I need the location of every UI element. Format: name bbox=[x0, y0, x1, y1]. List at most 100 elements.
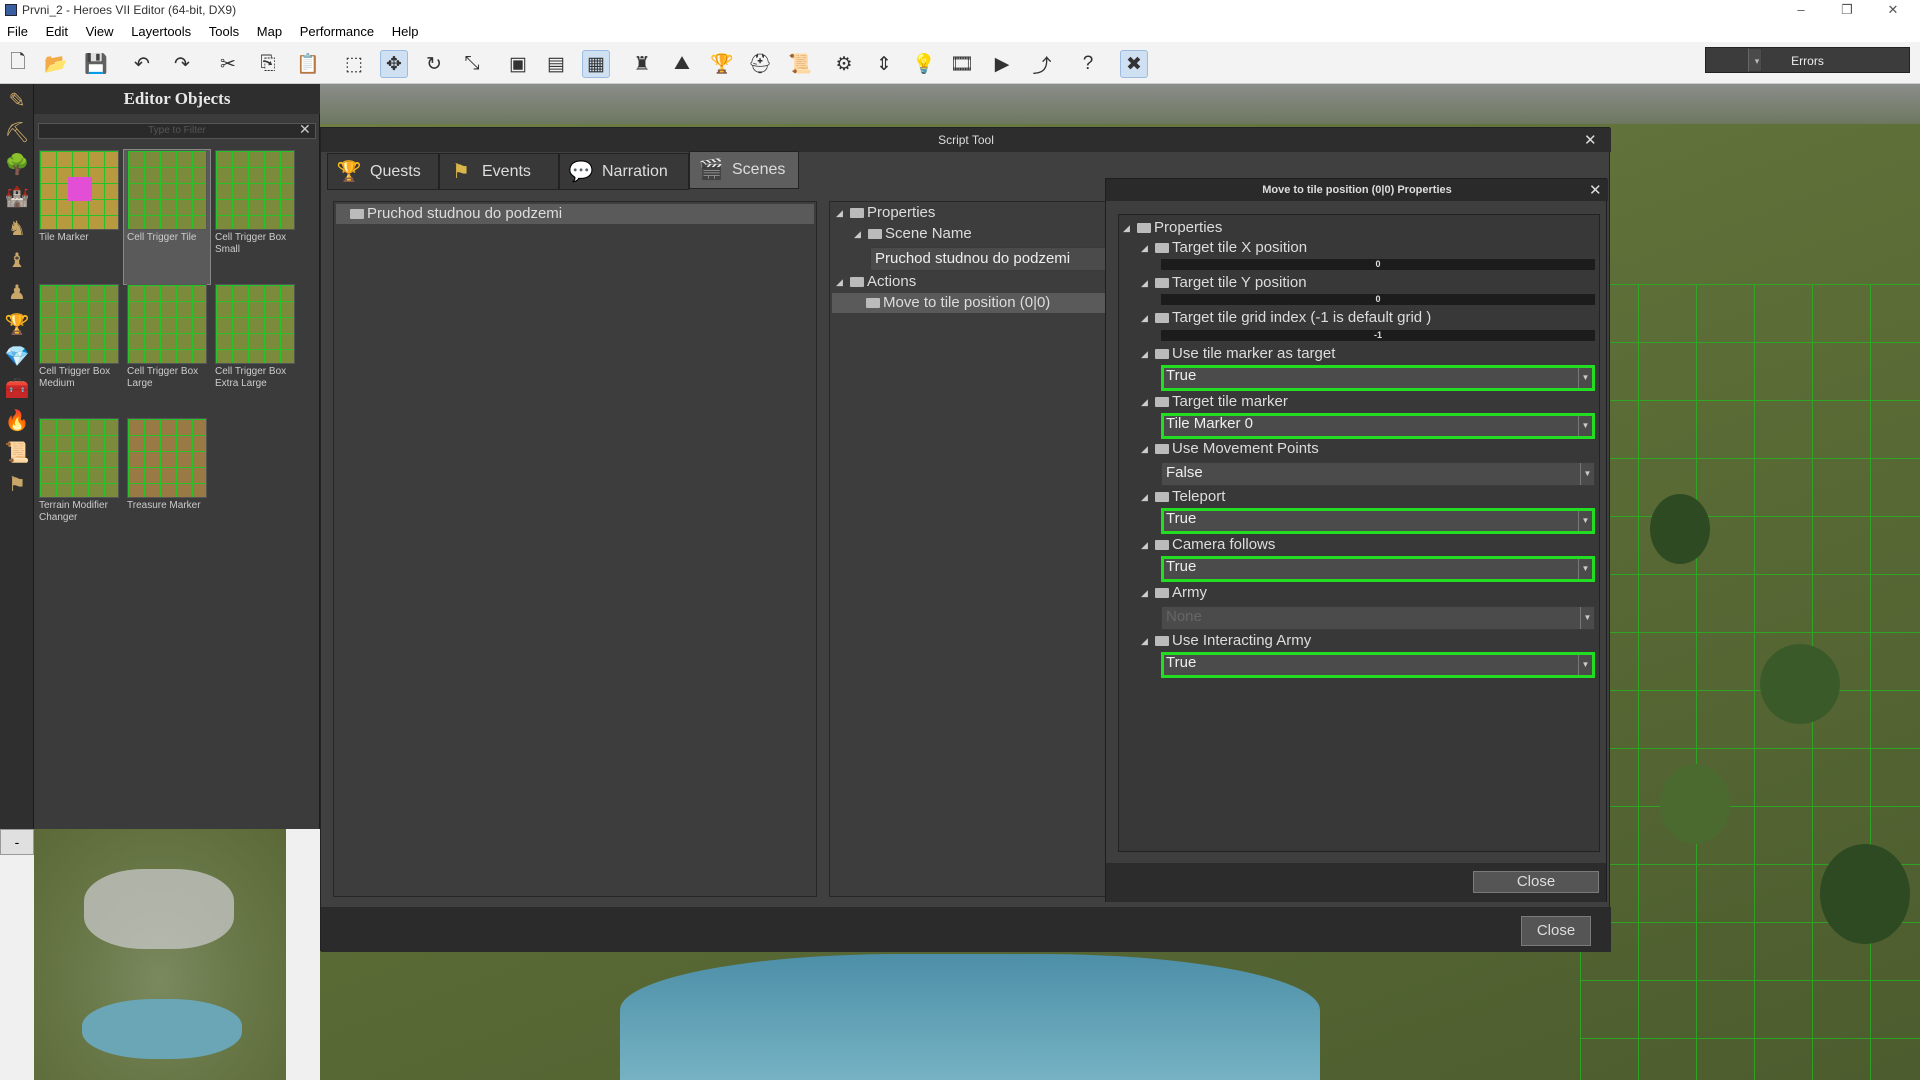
menu-tools[interactable]: Tools bbox=[202, 22, 246, 39]
grid-index-input[interactable]: -1 bbox=[1161, 330, 1595, 341]
tab-scenes[interactable]: 🎬 Scenes bbox=[689, 151, 799, 189]
grid-icon[interactable]: ▦ bbox=[582, 50, 610, 78]
arrows-icon[interactable]: ⇕ bbox=[870, 50, 898, 78]
minimap[interactable] bbox=[34, 829, 286, 1080]
tree-node-action-item[interactable]: Move to tile position (0|0) bbox=[832, 293, 1110, 313]
menu-file[interactable]: File bbox=[0, 22, 35, 39]
tree-node-properties[interactable]: ◢ Properties bbox=[836, 203, 935, 223]
use-tile-marker-select[interactable]: True ▼ bbox=[1161, 365, 1595, 391]
object-label: Tile Marker bbox=[39, 232, 89, 243]
army-icon[interactable]: ♟ bbox=[3, 278, 31, 306]
target-tile-marker-select[interactable]: Tile Marker 0 ▼ bbox=[1161, 413, 1595, 439]
copy-icon[interactable]: ⎘ bbox=[254, 50, 282, 78]
castle-icon[interactable]: 🏰 bbox=[3, 182, 31, 210]
tree-icon[interactable]: 🌳 bbox=[3, 150, 31, 178]
folder-icon bbox=[1155, 349, 1169, 359]
help-icon[interactable]: ? bbox=[1074, 50, 1102, 78]
hero-icon[interactable]: ♝ bbox=[3, 246, 31, 274]
teleport-select[interactable]: True ▼ bbox=[1161, 508, 1595, 534]
building-icon[interactable]: ♜ bbox=[628, 50, 656, 78]
brush-icon[interactable]: ✎ bbox=[3, 86, 31, 114]
fire-icon[interactable]: 🔥 bbox=[3, 406, 31, 434]
object-cell-trigger-box-small[interactable]: Cell Trigger Box Small bbox=[212, 150, 298, 256]
menu-map[interactable]: Map bbox=[250, 22, 289, 39]
save-icon[interactable]: 💾 bbox=[82, 50, 110, 78]
object-cell-trigger-box-medium[interactable]: Cell Trigger Box Medium bbox=[36, 284, 122, 390]
terrain-icon[interactable]: ⛰ bbox=[668, 50, 696, 78]
movement-points-select[interactable]: False ▼ bbox=[1161, 462, 1595, 486]
undo-icon[interactable]: ↶ bbox=[128, 50, 156, 78]
script-tool-close-icon[interactable]: ✕ bbox=[1584, 131, 1597, 149]
filter-input[interactable]: Type to Filter bbox=[38, 123, 316, 139]
screen-icon[interactable]: ▣ bbox=[504, 50, 532, 78]
play-icon[interactable]: ▶ bbox=[988, 50, 1016, 78]
list-item[interactable]: Pruchod studnou do podzemi bbox=[336, 204, 814, 224]
expand-triangle-icon: ◢ bbox=[1141, 492, 1148, 502]
object-treasure-marker[interactable]: Treasure Marker bbox=[124, 418, 210, 512]
target-x-input[interactable]: 0 bbox=[1161, 259, 1595, 270]
property-label: Target tile X position bbox=[1172, 239, 1308, 256]
properties-dialog-title: Move to tile position (0|0) Properties bbox=[1106, 179, 1608, 201]
scale-icon[interactable]: ⤡ bbox=[458, 50, 486, 78]
tab-quests[interactable]: 🏆 Quests bbox=[327, 153, 439, 190]
view-2d-icon[interactable]: ▤ bbox=[542, 50, 570, 78]
minimap-toggle-button[interactable]: - bbox=[0, 829, 34, 855]
camera-follows-select[interactable]: True ▼ bbox=[1161, 556, 1595, 582]
window-title: Prvni_2 - Heroes VII Editor (64-bit, DX9… bbox=[22, 3, 237, 17]
properties-close-icon[interactable]: ✕ bbox=[1589, 181, 1602, 199]
menu-view[interactable]: View bbox=[79, 22, 121, 39]
menu-performance[interactable]: Performance bbox=[293, 22, 381, 39]
tab-narration[interactable]: 💬 Narration bbox=[559, 153, 689, 190]
crystal-icon[interactable]: 💎 bbox=[3, 342, 31, 370]
properties-close-button[interactable]: Close bbox=[1473, 871, 1599, 893]
trophy-icon[interactable]: 🏆 bbox=[708, 50, 736, 78]
paste-icon[interactable]: 📋 bbox=[294, 50, 322, 78]
lightbulb-icon[interactable]: 💡 bbox=[910, 50, 938, 78]
expand-triangle-icon: ◢ bbox=[854, 229, 861, 239]
object-terrain-modifier-changer[interactable]: Terrain Modifier Changer bbox=[36, 418, 122, 524]
settings-icon[interactable]: ⚙ bbox=[830, 50, 858, 78]
scene-water bbox=[620, 954, 1320, 1080]
tree-node-actions[interactable]: ◢ Actions bbox=[836, 272, 916, 292]
menu-layertools[interactable]: Layertools bbox=[124, 22, 198, 39]
rotate-icon[interactable]: ↻ bbox=[420, 50, 448, 78]
army-select[interactable]: None ▼ bbox=[1161, 606, 1595, 630]
scroll-icon[interactable]: 📜 bbox=[3, 438, 31, 466]
export-icon[interactable]: ⤴ bbox=[1028, 50, 1056, 78]
script-tool-icon[interactable]: ✖ bbox=[1120, 50, 1148, 78]
scene-tree bbox=[1820, 844, 1910, 944]
tab-events[interactable]: ⚑ Events bbox=[439, 153, 559, 190]
cut-icon[interactable]: ✂ bbox=[214, 50, 242, 78]
scene-properties-tree: ◢ Properties ◢ Scene Name Pruchod studnou … bbox=[829, 201, 1111, 897]
misc-icon[interactable]: ⚑ bbox=[3, 470, 31, 498]
chest-icon[interactable]: 🧰 bbox=[3, 374, 31, 402]
errors-dropdown[interactable]: Errors ▾ bbox=[1705, 47, 1910, 73]
pickaxe-icon[interactable]: ⛏ bbox=[3, 118, 31, 146]
move-icon[interactable]: ✥ bbox=[380, 50, 408, 78]
object-cell-trigger-tile[interactable]: Cell Trigger Tile bbox=[123, 149, 211, 285]
trophy-icon[interactable]: 🏆 bbox=[3, 310, 31, 338]
scene-name-field[interactable]: Pruchod studnou do podzemi bbox=[870, 247, 1110, 271]
script-close-button[interactable]: Close bbox=[1521, 916, 1591, 946]
menu-help[interactable]: Help bbox=[385, 22, 426, 39]
film-icon[interactable]: 🎞 bbox=[948, 50, 976, 78]
helmet-icon[interactable]: ⛑ bbox=[746, 50, 774, 78]
creature-icon[interactable]: ♞ bbox=[3, 214, 31, 242]
object-tile-marker[interactable]: Tile Marker bbox=[36, 150, 122, 244]
tree-node-scene-name[interactable]: ◢ Scene Name bbox=[854, 224, 972, 244]
new-file-icon[interactable]: 🗋 bbox=[4, 50, 32, 78]
minimize-button[interactable]: – bbox=[1778, 0, 1824, 22]
close-window-button[interactable]: ✕ bbox=[1870, 0, 1916, 22]
target-y-input[interactable]: 0 bbox=[1161, 294, 1595, 305]
redo-icon[interactable]: ↷ bbox=[168, 50, 196, 78]
select-icon[interactable]: ⬚ bbox=[340, 50, 368, 78]
scroll-icon[interactable]: 📜 bbox=[786, 50, 814, 78]
menu-edit[interactable]: Edit bbox=[39, 22, 75, 39]
object-cell-trigger-box-extra-large[interactable]: Cell Trigger Box Extra Large bbox=[212, 284, 298, 390]
object-cell-trigger-box-large[interactable]: Cell Trigger Box Large bbox=[124, 284, 210, 390]
clear-filter-icon[interactable]: ✕ bbox=[299, 121, 311, 138]
interacting-army-select[interactable]: True ▼ bbox=[1161, 652, 1595, 678]
expand-triangle-icon: ◢ bbox=[836, 208, 843, 218]
restore-button[interactable]: ❐ bbox=[1824, 0, 1870, 22]
open-folder-icon[interactable]: 📂 bbox=[42, 50, 70, 78]
